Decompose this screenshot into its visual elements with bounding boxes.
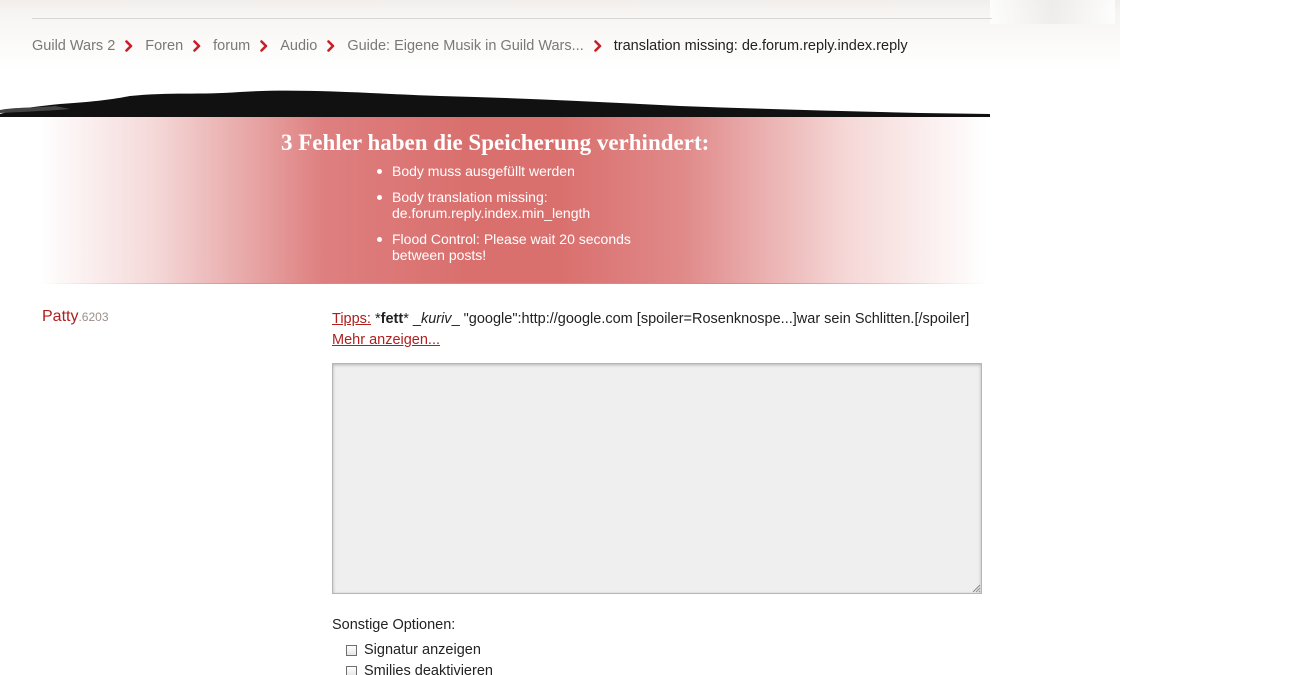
option-label: Signatur anzeigen bbox=[364, 642, 481, 658]
tip-bold-example: fett bbox=[380, 311, 404, 327]
header-texture-right bbox=[990, 0, 1115, 24]
breadcrumb-item-forum[interactable]: forum bbox=[213, 38, 250, 54]
chevron-right-icon bbox=[260, 40, 268, 52]
show-more-link[interactable]: Mehr anzeigen... bbox=[332, 332, 440, 348]
breadcrumb: Guild Wars 2 Foren forum Audio Guide: Ei… bbox=[32, 36, 908, 56]
tip-italic-example: kuriv bbox=[420, 311, 452, 327]
signature-checkbox[interactable] bbox=[346, 644, 357, 656]
ink-brush-divider bbox=[0, 90, 990, 117]
option-show-signature[interactable]: Signatur anzeigen bbox=[346, 642, 481, 658]
resize-grip-icon[interactable] bbox=[971, 583, 981, 593]
error-banner-divider bbox=[40, 283, 987, 284]
author-name-link[interactable]: Patty bbox=[42, 308, 78, 325]
post-author: Patty.6203 bbox=[42, 308, 109, 326]
tips-link[interactable]: Tipps: bbox=[332, 311, 371, 327]
error-item: Body muss ausgefüllt werden bbox=[376, 163, 646, 179]
header-divider bbox=[32, 18, 992, 19]
formatting-tips: Tipps: *fett* _kuriv_ "google":http://go… bbox=[332, 311, 970, 348]
breadcrumb-current: translation missing: de.forum.reply.inde… bbox=[613, 38, 908, 54]
author-account-number: .6203 bbox=[78, 310, 109, 324]
header-texture bbox=[0, 0, 1120, 70]
tip-link-example: "google":http://google.com bbox=[463, 311, 633, 327]
breadcrumb-item-foren[interactable]: Foren bbox=[145, 38, 183, 54]
breadcrumb-item-audio[interactable]: Audio bbox=[280, 38, 317, 54]
option-disable-smilies[interactable]: Smilies deaktivieren bbox=[346, 663, 493, 675]
post-body-textarea[interactable] bbox=[332, 363, 982, 594]
breadcrumb-item-guild-wars-2[interactable]: Guild Wars 2 bbox=[32, 38, 115, 54]
option-label: Smilies deaktivieren bbox=[364, 663, 493, 675]
error-item: Body translation missing: de.forum.reply… bbox=[376, 189, 646, 221]
chevron-right-icon bbox=[125, 40, 133, 52]
chevron-right-icon bbox=[193, 40, 201, 52]
error-title: 3 Fehler haben die Speicherung verhinder… bbox=[281, 130, 710, 155]
smilies-checkbox[interactable] bbox=[346, 665, 357, 675]
chevron-right-icon bbox=[327, 40, 335, 52]
options-heading: Sonstige Optionen: bbox=[332, 617, 456, 633]
error-list: Body muss ausgefüllt werden Body transla… bbox=[376, 163, 646, 273]
error-item: Flood Control: Please wait 20 seconds be… bbox=[376, 231, 646, 263]
breadcrumb-item-guide[interactable]: Guide: Eigene Musik in Guild Wars... bbox=[347, 38, 583, 54]
chevron-right-icon bbox=[593, 40, 602, 52]
tip-spoiler-example: [spoiler=Rosenknospe...]war sein Schlitt… bbox=[636, 311, 970, 327]
